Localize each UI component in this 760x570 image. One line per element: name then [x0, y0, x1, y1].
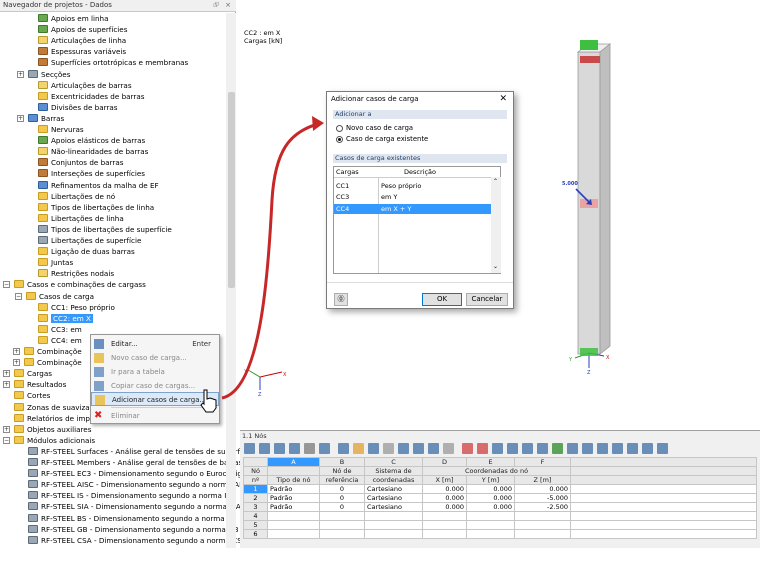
- ok-button[interactable]: OK: [422, 293, 462, 306]
- toolbar-button-icon[interactable]: [627, 443, 638, 454]
- global-x-axis: [259, 371, 283, 378]
- radio-new-load-case[interactable]: [336, 125, 343, 132]
- toolbar-button-icon[interactable]: [368, 443, 379, 454]
- callout-arrow-head: [312, 116, 324, 131]
- toolbar-button-icon[interactable]: [259, 443, 270, 454]
- base-y-label: Y: [568, 357, 573, 363]
- table-row[interactable]: 1 Padrão 0 Cartesiano 0.000 0.000 0.000: [243, 484, 757, 494]
- toolbar-button-icon[interactable]: [582, 443, 593, 454]
- column-b-header[interactable]: B: [319, 457, 365, 467]
- table-row[interactable]: 4: [243, 511, 757, 521]
- toolbar-button-icon[interactable]: [428, 443, 439, 454]
- cancel-button[interactable]: Cancelar: [466, 293, 508, 306]
- toolbar-button-icon[interactable]: [289, 443, 300, 454]
- toolbar-button-icon[interactable]: [537, 443, 548, 454]
- global-y-axis: [247, 369, 261, 378]
- toolbar-button-icon[interactable]: [413, 443, 424, 454]
- table-row[interactable]: 6: [243, 529, 757, 539]
- scroll-down-icon[interactable]: ⌄: [493, 263, 498, 270]
- toolbar-button-icon[interactable]: [443, 443, 454, 454]
- load-cases-list[interactable]: Cargas Descrição CC1 Peso próprio CC3 em…: [333, 166, 501, 274]
- scroll-up-icon[interactable]: ⌃: [493, 178, 498, 185]
- radio-existing-load-case[interactable]: [336, 136, 343, 143]
- bottom-strip: [0, 548, 760, 570]
- table-toolbar: [244, 443, 704, 455]
- base-support-marker: [580, 348, 598, 356]
- column-f-header[interactable]: F: [514, 457, 571, 467]
- list-item[interactable]: CC1 Peso próprio: [334, 181, 491, 191]
- existing-group-header: Casos de carga existentes: [333, 154, 507, 163]
- toolbar-button-icon[interactable]: [567, 443, 578, 454]
- add-to-group-header: Adicionar a: [333, 110, 507, 119]
- toolbar-button-icon[interactable]: [462, 443, 473, 454]
- column-e-header[interactable]: E: [466, 457, 515, 467]
- toolbar-button-icon[interactable]: [477, 443, 488, 454]
- toolbar-button-icon[interactable]: [353, 443, 364, 454]
- toolbar-button-icon[interactable]: [319, 443, 330, 454]
- col-header-loads[interactable]: Cargas: [336, 167, 359, 177]
- toolbar-button-icon[interactable]: [552, 443, 563, 454]
- callout-arrow: [221, 122, 319, 400]
- toolbar-button-icon[interactable]: [383, 443, 394, 454]
- list-item[interactable]: CC3 em Y: [334, 192, 491, 202]
- dialog-close-icon[interactable]: ✕: [499, 92, 507, 106]
- column-top-support: [580, 56, 600, 63]
- radio-existing-label: Caso de carga existente: [346, 135, 429, 143]
- global-x-label: X: [283, 372, 287, 378]
- toolbar-button-icon[interactable]: [507, 443, 518, 454]
- col-header-description[interactable]: Descrição: [404, 167, 436, 177]
- toolbar-button-icon[interactable]: [642, 443, 653, 454]
- toolbar-button-icon[interactable]: [597, 443, 608, 454]
- base-z-label: Z: [587, 370, 591, 376]
- toolbar-button-icon[interactable]: [338, 443, 349, 454]
- global-z-label: Z: [258, 392, 262, 398]
- toolbar-button-icon[interactable]: [522, 443, 533, 454]
- list-scrollbar[interactable]: [491, 177, 501, 273]
- list-item-selected[interactable]: CC4 em X + Y: [334, 204, 491, 214]
- add-load-cases-dialog: Adicionar casos de carga ✕ Adicionar a N…: [326, 91, 514, 309]
- toolbar-button-icon[interactable]: [398, 443, 409, 454]
- top-node-marker: [580, 40, 598, 50]
- toolbar-button-icon[interactable]: [612, 443, 623, 454]
- column-c-header[interactable]: C: [364, 457, 423, 467]
- table-row[interactable]: 3 Padrão 0 Cartesiano 0.000 0.000 -2.500: [243, 502, 757, 512]
- table-row[interactable]: 5: [243, 520, 757, 530]
- column-a-header[interactable]: A: [267, 457, 320, 467]
- dialog-title: Adicionar casos de carga: [327, 92, 513, 106]
- column-d-header[interactable]: D: [422, 457, 467, 467]
- toolbar-button-icon[interactable]: [244, 443, 255, 454]
- toolbar-button-icon[interactable]: [492, 443, 503, 454]
- toolbar-button-icon[interactable]: [657, 443, 668, 454]
- base-x-label: X: [606, 355, 610, 361]
- help-button[interactable]: ⓪: [334, 293, 348, 306]
- toolbar-button-icon[interactable]: [304, 443, 315, 454]
- load-value-label: 5.000: [562, 181, 578, 187]
- table-row[interactable]: 2 Padrão 0 Cartesiano 0.000 0.000 -5.000: [243, 493, 757, 503]
- table-title: 1.1 Nós: [242, 432, 267, 440]
- column-side-face: [599, 43, 611, 355]
- toolbar-button-icon[interactable]: [274, 443, 285, 454]
- radio-new-label: Novo caso de carga: [346, 124, 414, 132]
- help-icon: ⓪: [337, 295, 345, 303]
- nodes-table: A B C D E F Nó Nó de Sistema de Coordena…: [243, 457, 757, 539]
